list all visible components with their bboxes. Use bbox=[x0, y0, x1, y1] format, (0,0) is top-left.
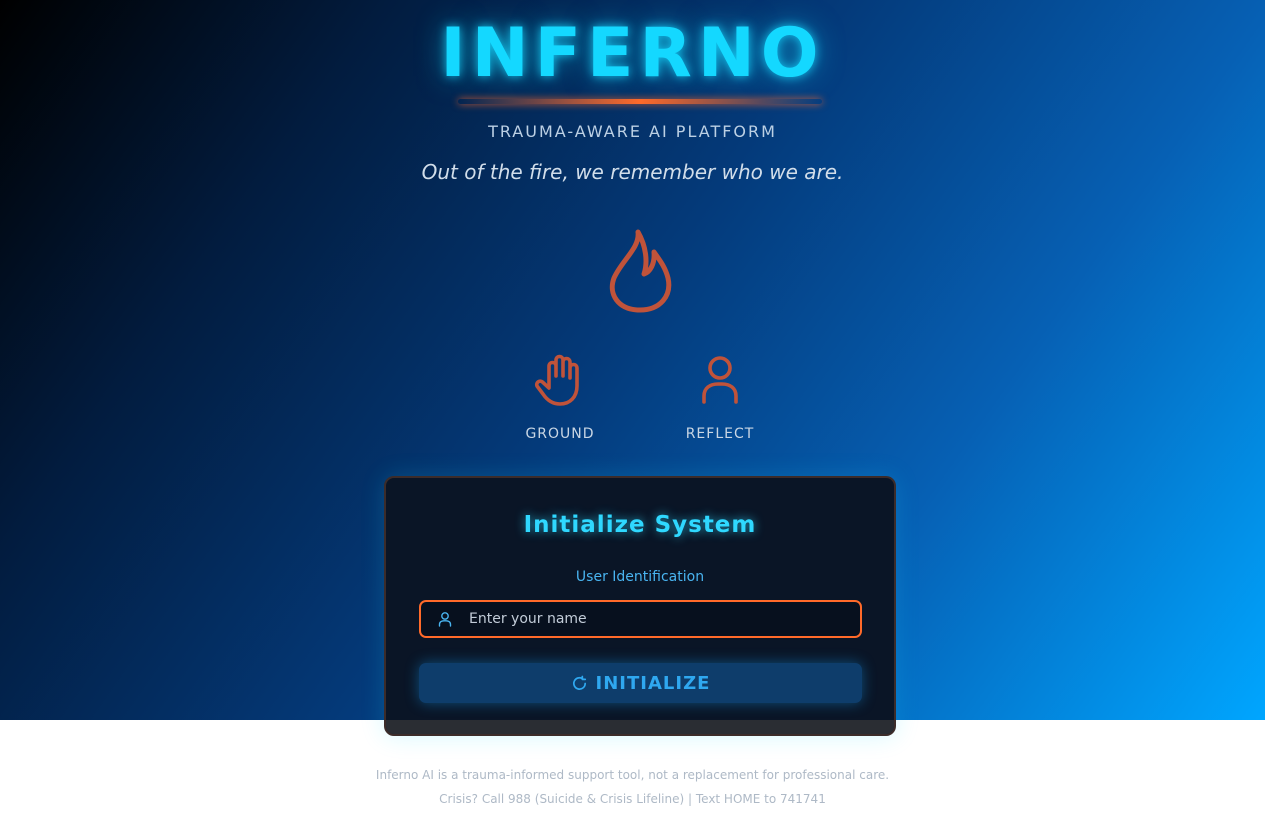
initialize-button[interactable]: INITIALIZE bbox=[419, 663, 862, 703]
initialize-card: Initialize System User Identification IN… bbox=[384, 476, 896, 736]
card-title: Initialize System bbox=[523, 512, 757, 538]
refresh-icon bbox=[572, 675, 586, 690]
flame-icon bbox=[609, 229, 672, 313]
user-identification-label: User Identification bbox=[575, 569, 705, 585]
name-input[interactable] bbox=[469, 602, 854, 636]
ground-button[interactable]: GROUND bbox=[505, 352, 615, 448]
brand-underline bbox=[458, 99, 822, 104]
reflect-label: REFLECT bbox=[685, 426, 755, 442]
initialize-label: INITIALIZE bbox=[595, 672, 711, 694]
disclaimer-text: Inferno AI is a trauma-informed support … bbox=[375, 768, 890, 782]
user-icon bbox=[702, 356, 738, 404]
hand-icon bbox=[534, 354, 579, 406]
reflect-button[interactable]: REFLECT bbox=[665, 352, 775, 448]
crisis-text: Crisis? Call 988 (Suicide & Crisis Lifel… bbox=[439, 792, 826, 806]
ground-label: GROUND bbox=[525, 426, 595, 442]
user-icon bbox=[438, 612, 452, 627]
name-field[interactable] bbox=[419, 600, 862, 638]
brand-subtitle: TRAUMA-AWARE AI PLATFORM bbox=[488, 122, 777, 141]
brand-title: INFERNO bbox=[440, 14, 825, 93]
brand-tagline: Out of the fire, we remember who we are. bbox=[421, 160, 844, 184]
